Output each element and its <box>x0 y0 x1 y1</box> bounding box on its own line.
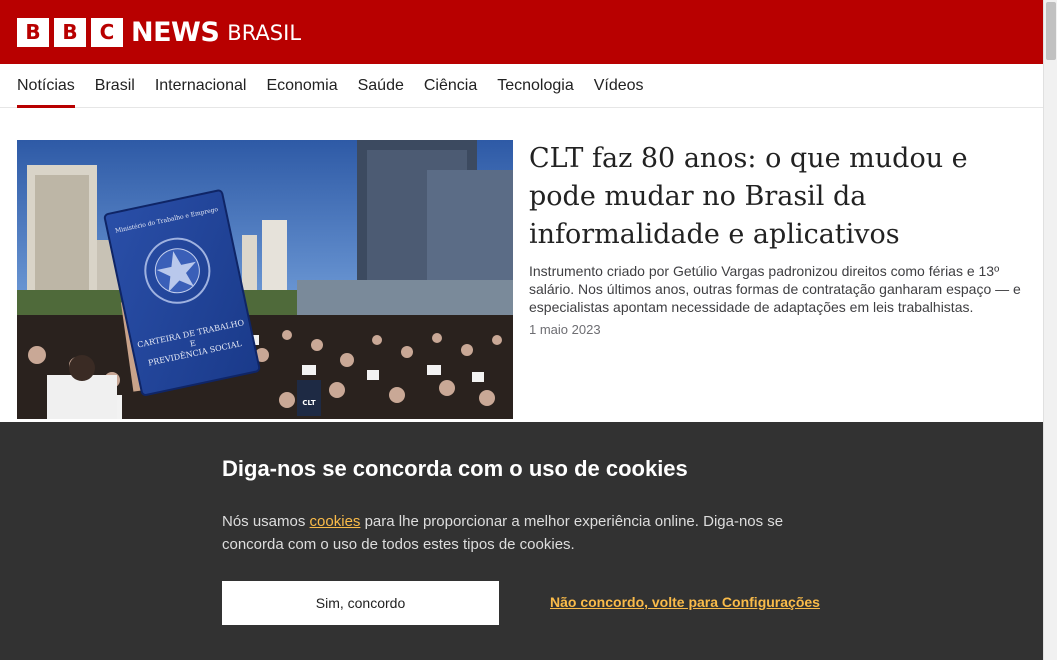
brand-name[interactable]: NEWS <box>131 17 220 48</box>
lead-story-headline[interactable]: CLT faz 80 anos: o que mudou e pode muda… <box>529 140 1029 254</box>
nav-item-tecnologia[interactable]: Tecnologia <box>497 64 574 108</box>
cookie-banner: Diga-nos se concorda com o uso de cookie… <box>0 422 1043 660</box>
brand-edition[interactable]: BRASIL <box>227 21 301 45</box>
photo-work-card-protest-icon: CLT Ministério do Trabalho e Emprego CAR… <box>17 140 513 419</box>
cookie-banner-title: Diga-nos se concorda com o uso de cookie… <box>222 456 688 481</box>
scrollbar-thumb[interactable] <box>1046 2 1056 60</box>
lead-story-image[interactable]: CLT Ministério do Trabalho e Emprego CAR… <box>17 140 513 419</box>
accept-cookies-button[interactable]: Sim, concordo <box>222 581 499 625</box>
sign-text: CLT <box>302 399 315 407</box>
page: B B C NEWS BRASIL Notícias Brasil Intern… <box>0 0 1057 660</box>
lead-story-date: 1 maio 2023 <box>529 322 601 337</box>
cookie-banner-text: Nós usamos cookies para lhe proporcionar… <box>222 510 832 556</box>
nav-item-noticias[interactable]: Notícias <box>17 64 75 108</box>
nav-item-saude[interactable]: Saúde <box>358 64 404 108</box>
nav-item-ciencia[interactable]: Ciência <box>424 64 477 108</box>
decline-cookies-link[interactable]: Não concordo, volte para Configurações <box>550 594 820 610</box>
logo-letter: B <box>17 17 49 47</box>
nav-item-videos[interactable]: Vídeos <box>594 64 644 108</box>
nav-item-brasil[interactable]: Brasil <box>95 64 135 108</box>
lead-story: CLT faz 80 anos: o que mudou e pode muda… <box>529 140 1029 337</box>
logo-letter: C <box>91 17 123 47</box>
masthead: B B C NEWS BRASIL <box>0 0 1043 64</box>
logo-letter: B <box>54 17 86 47</box>
nav-item-internacional[interactable]: Internacional <box>155 64 247 108</box>
bbc-logo[interactable]: B B C <box>17 17 123 47</box>
cookies-link[interactable]: cookies <box>310 513 361 530</box>
main-nav: Notícias Brasil Internacional Economia S… <box>0 64 1043 108</box>
lead-story-summary: Instrumento criado por Getúlio Vargas pa… <box>529 263 1021 315</box>
vertical-scrollbar[interactable] <box>1043 0 1057 660</box>
nav-item-economia[interactable]: Economia <box>266 64 337 108</box>
cookie-text-before: Nós usamos <box>222 513 310 530</box>
